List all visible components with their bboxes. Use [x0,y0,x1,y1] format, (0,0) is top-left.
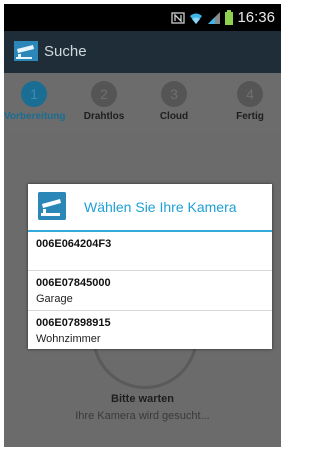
camera-id: 006E064204F3 [36,238,112,250]
status-bar: 16:36 [4,4,281,31]
camera-list-item[interactable]: 006E07845000 Garage [28,271,272,311]
step-label: Fertig [236,111,264,122]
step-number: 1 [21,81,47,107]
wifi-icon [190,13,203,24]
phone-screen: 16:36 Suche 1 Vorbereitung 2 Drahtlos 3 … [4,4,281,447]
step-label: Vorbereitung [4,111,66,122]
battery-icon [225,10,234,25]
step-label: Drahtlos [83,111,125,122]
step-vorbereitung: 1 Vorbereitung [4,81,66,122]
camera-list-item[interactable]: 006E07898915 Wohnzimmer [28,311,272,349]
step-number: 4 [237,81,263,107]
app-bar: Suche [4,31,281,73]
step-cloud: 3 Cloud [144,81,204,122]
step-number: 3 [161,81,187,107]
step-label: Cloud [159,111,189,122]
camera-select-dialog: Wählen Sie Ihre Kamera 006E064204F3 006E… [28,184,272,349]
app-title: Suche [44,43,87,60]
camera-id: 006E07845000 [36,277,111,289]
status-time: 16:36 [237,9,275,26]
nfc-icon [171,11,186,24]
camera-list-item[interactable]: 006E064204F3 [28,232,272,271]
step-fertig: 4 Fertig [220,81,280,122]
wait-subtitle: Ihre Kamera wird gesucht... [75,410,210,422]
camera-icon[interactable] [14,41,38,61]
signal-icon [208,11,221,24]
camera-icon [38,192,66,220]
dialog-header: Wählen Sie Ihre Kamera [28,184,272,232]
camera-name: Garage [36,293,73,305]
setup-steps: 1 Vorbereitung 2 Drahtlos 3 Cloud 4 Fert… [4,73,281,133]
camera-name: Wohnzimmer [36,333,101,345]
camera-id: 006E07898915 [36,317,111,329]
status-icons: 16:36 [171,9,275,26]
wait-title: Bitte warten [111,393,174,405]
step-number: 2 [91,81,117,107]
dialog-title: Wählen Sie Ihre Kamera [84,199,237,215]
step-drahtlos: 2 Drahtlos [74,81,134,122]
